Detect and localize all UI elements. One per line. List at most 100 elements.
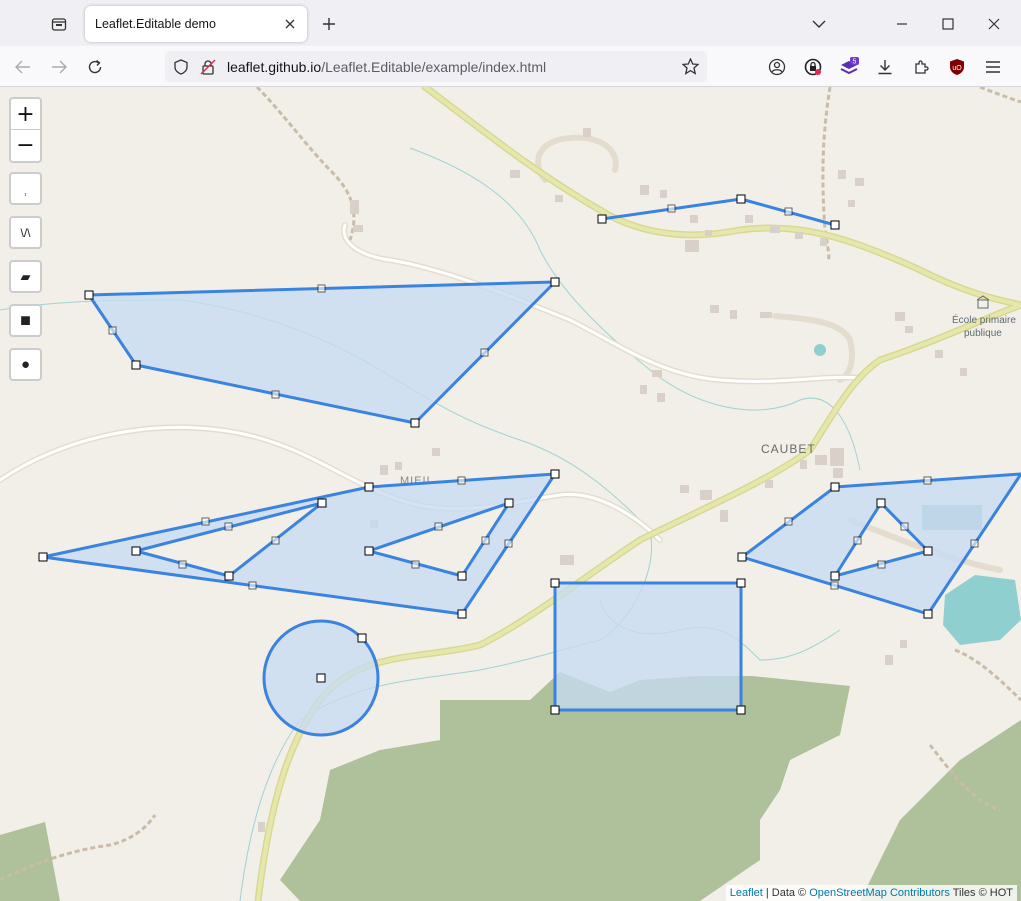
account-button[interactable] xyxy=(764,54,790,80)
draw-rectangle-button[interactable]: ■ xyxy=(9,304,42,337)
vertex-handle xyxy=(316,673,326,683)
draw-polyline-button[interactable]: \/\ xyxy=(9,216,42,249)
leaflet-link[interactable]: Leaflet xyxy=(730,887,763,899)
list-all-tabs-button[interactable] xyxy=(805,10,833,38)
map-attribution: Leaflet | Data © OpenStreetMap Contribut… xyxy=(725,885,1017,901)
map-container[interactable]: CAUBET MIEIL École primaire publique + −… xyxy=(0,87,1021,901)
vertex-handle xyxy=(457,571,467,581)
vertex-handle xyxy=(38,552,48,562)
forward-button[interactable] xyxy=(46,54,72,80)
attribution-separator: | Data © xyxy=(762,887,810,899)
middle-handle xyxy=(457,476,466,485)
arrow-right-icon xyxy=(52,60,67,74)
draw-polygon-button[interactable]: ▰ xyxy=(9,260,42,293)
chevron-down-icon xyxy=(812,20,826,28)
vertex-handle xyxy=(830,482,840,492)
vertex-handle xyxy=(737,552,747,562)
firefox-view-button[interactable] xyxy=(46,11,72,37)
vertex-handle xyxy=(550,277,560,287)
marker-tool-icon: ⸒ xyxy=(23,182,28,196)
middle-handle xyxy=(434,522,443,531)
middle-handle xyxy=(481,536,490,545)
address-bar[interactable]: leaflet.github.io/Leaflet.Editable/examp… xyxy=(165,51,707,82)
vertex-handle xyxy=(736,194,746,204)
active-tab[interactable]: Leaflet.Editable demo xyxy=(85,6,307,42)
svg-text:uO: uO xyxy=(952,65,962,72)
polygon-with-hole-right-shape[interactable] xyxy=(740,472,1021,616)
privacy-badger-icon xyxy=(804,58,822,76)
vertex-handle xyxy=(131,546,141,556)
vertex-handle xyxy=(357,633,367,643)
osm-contributors-link[interactable]: OpenStreetMap Contributors xyxy=(809,887,950,899)
close-icon xyxy=(988,18,1000,30)
rectangle-shape[interactable] xyxy=(553,581,743,712)
vertex-handle xyxy=(410,418,420,428)
minimize-button[interactable] xyxy=(888,10,916,38)
middle-handle xyxy=(877,560,886,569)
middle-handle xyxy=(224,522,233,531)
plus-icon xyxy=(323,18,335,30)
back-button[interactable] xyxy=(10,54,36,80)
url-host: leaflet.github.io xyxy=(227,59,322,75)
middle-handle xyxy=(317,284,326,293)
app-menu-button[interactable] xyxy=(980,54,1006,80)
zoom-in-button[interactable]: + xyxy=(11,99,40,130)
middle-handle xyxy=(108,326,117,335)
polygon-with-holes-shape[interactable] xyxy=(41,472,557,616)
extension-button[interactable]: 5 xyxy=(836,54,862,80)
editable-layers xyxy=(38,194,1021,737)
firefox-view-icon xyxy=(51,18,67,31)
middle-handle xyxy=(970,539,979,548)
arrow-left-icon xyxy=(15,60,30,74)
ublock-button[interactable]: uO xyxy=(944,54,970,80)
tab-close-button[interactable] xyxy=(281,15,299,33)
insecure-lock-icon[interactable] xyxy=(200,59,216,75)
vertex-handle xyxy=(550,469,560,479)
vertex-handle xyxy=(224,571,234,581)
middle-handle xyxy=(271,390,280,399)
navigation-toolbar: leaflet.github.io/Leaflet.Editable/examp… xyxy=(0,46,1021,87)
circle-tool-icon: ● xyxy=(20,356,31,373)
polygon-tool-icon: ▰ xyxy=(20,268,31,284)
close-window-button[interactable] xyxy=(980,10,1008,38)
vertex-handle xyxy=(457,609,467,619)
draw-circle-button[interactable]: ● xyxy=(9,348,42,381)
rectangle-tool-icon: ■ xyxy=(20,310,31,330)
puzzle-icon xyxy=(915,60,929,74)
star-bookmark-icon[interactable] xyxy=(682,58,699,75)
vertex-handle xyxy=(923,609,933,619)
shield-icon[interactable] xyxy=(174,59,188,75)
vertex-handle xyxy=(317,498,327,508)
downloads-button[interactable] xyxy=(872,54,898,80)
tab-strip: Leaflet.Editable demo xyxy=(0,0,1021,46)
extension-stack-icon: 5 xyxy=(840,57,859,75)
new-tab-button[interactable] xyxy=(318,13,340,35)
vertex-handle xyxy=(131,360,141,370)
draw-marker-button[interactable]: ⸒ xyxy=(9,172,42,205)
vertex-handle xyxy=(830,571,840,581)
vertex-handle xyxy=(597,214,607,224)
vertex-handle xyxy=(830,220,840,230)
middle-handle xyxy=(201,517,210,526)
vertex-handle xyxy=(84,290,94,300)
vertex-handle xyxy=(736,705,746,715)
extensions-menu-button[interactable] xyxy=(908,54,934,80)
reload-icon xyxy=(88,59,102,74)
vertex-handles[interactable] xyxy=(38,194,933,715)
privacy-extension-button[interactable] xyxy=(800,54,826,80)
vertex-handle xyxy=(736,578,746,588)
middle-handle xyxy=(784,517,793,526)
url-text: leaflet.github.io/Leaflet.Editable/examp… xyxy=(227,59,546,75)
vertex-handle xyxy=(923,546,933,556)
maximize-icon xyxy=(942,18,954,30)
reload-button[interactable] xyxy=(82,54,108,80)
middle-handle xyxy=(853,536,862,545)
vertex-handle xyxy=(550,705,560,715)
zoom-out-button[interactable]: − xyxy=(11,130,40,161)
maximize-button[interactable] xyxy=(934,10,962,38)
middle-handle xyxy=(248,581,257,590)
hamburger-menu-icon xyxy=(986,61,1000,73)
vertex-handle xyxy=(364,482,374,492)
middle-handle xyxy=(900,522,909,531)
polyline-shape[interactable] xyxy=(601,197,836,227)
